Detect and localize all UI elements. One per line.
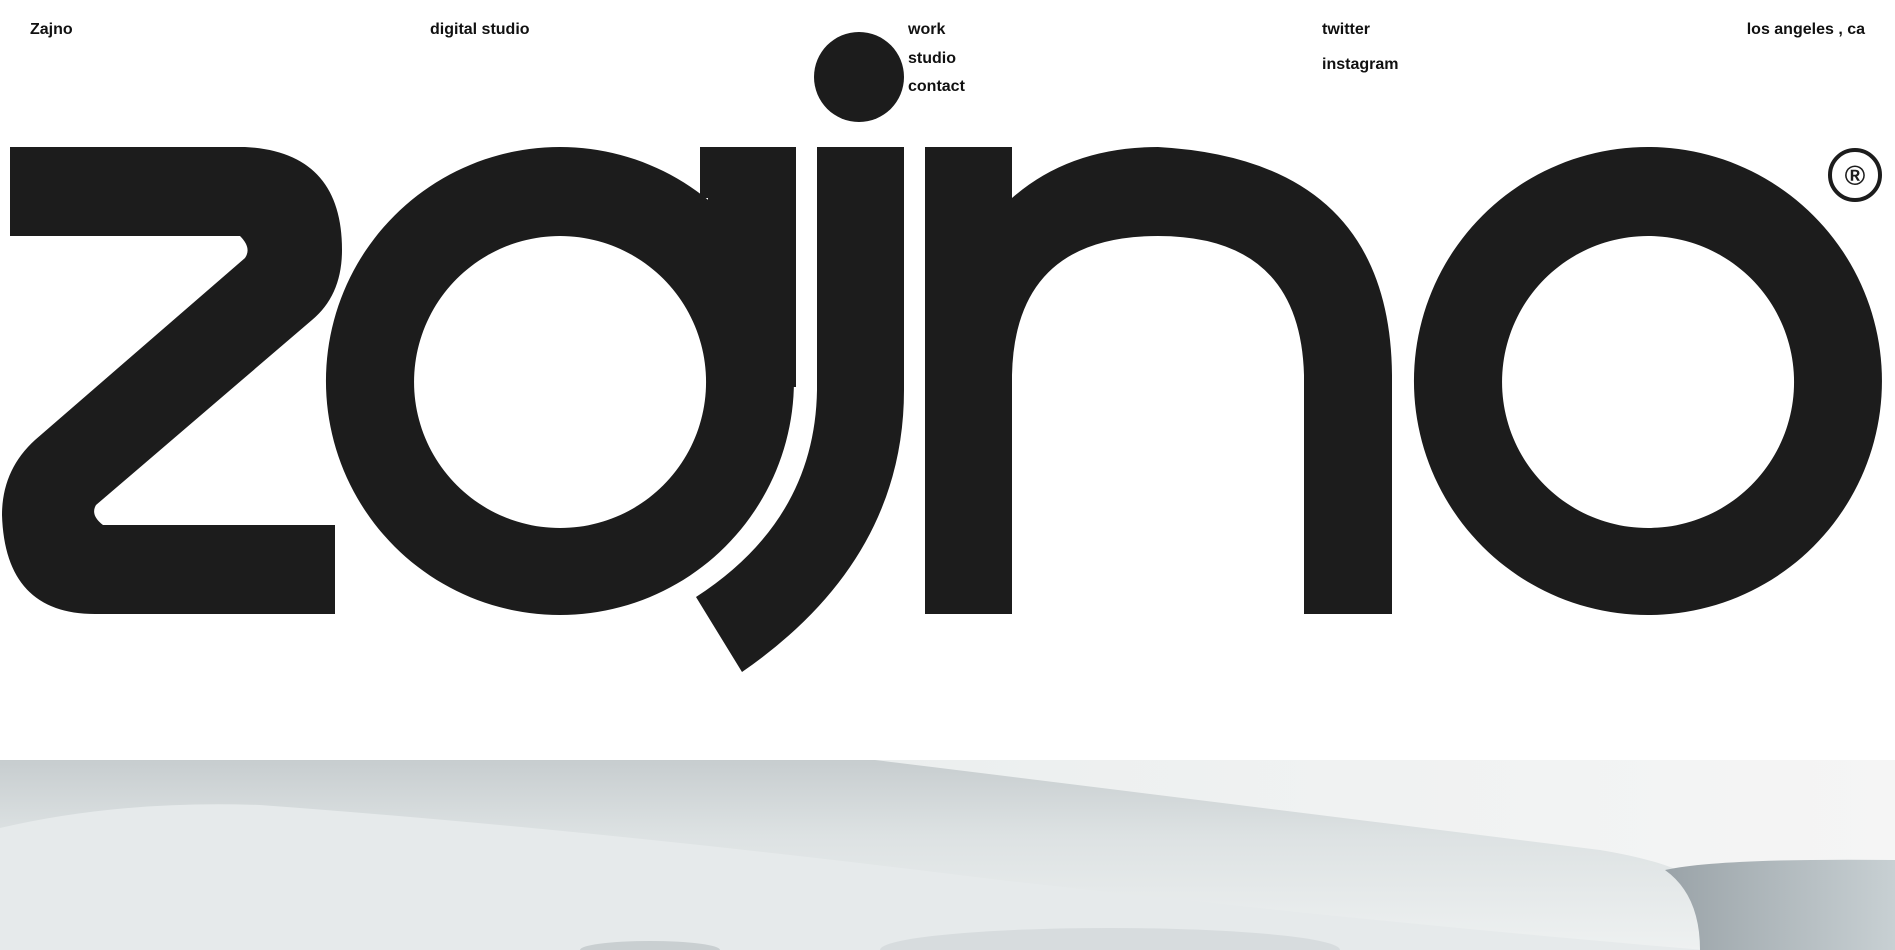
letter-a-stem (708, 147, 796, 387)
registered-trademark-icon: ® (1828, 148, 1882, 202)
letter-n-shape (925, 147, 1392, 614)
zajno-wordmark: zajno ® (2, 147, 1882, 672)
wordmark-letters (2, 147, 1882, 672)
letter-o-shape (1413, 147, 1882, 615)
svg-text:®: ® (1845, 160, 1866, 191)
hero-render-image (0, 760, 1895, 950)
abstract-render-image (0, 760, 1895, 950)
letter-a-top-slot (700, 147, 708, 198)
letter-z-shape (2, 147, 342, 614)
